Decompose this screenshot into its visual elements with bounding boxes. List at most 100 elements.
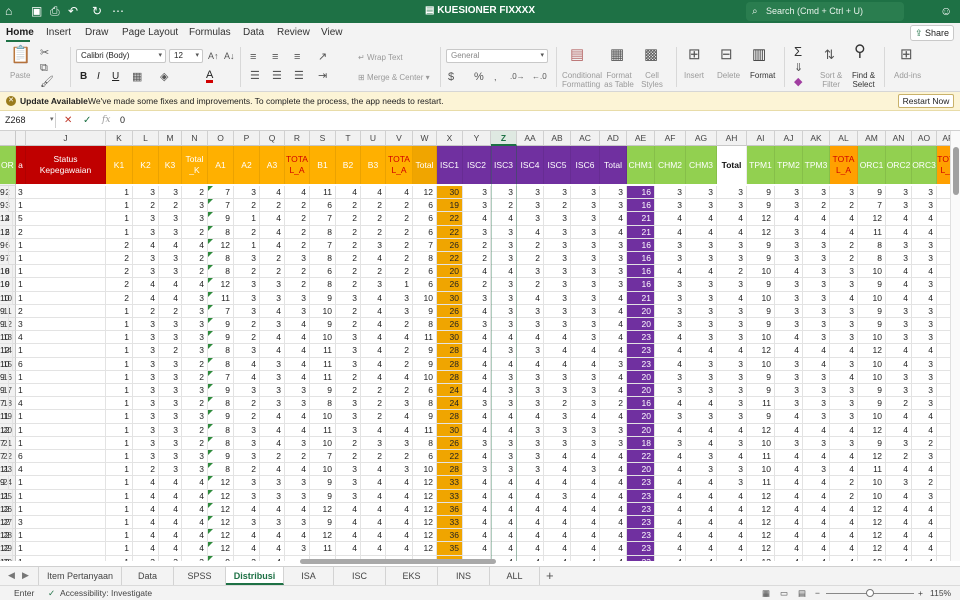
- table-cell[interactable]: 4: [886, 225, 912, 239]
- table-cell[interactable]: 4: [775, 502, 803, 516]
- table-cell[interactable]: 10: [858, 476, 886, 490]
- table-cell[interactable]: 2: [133, 304, 159, 318]
- table-cell[interactable]: 12: [413, 489, 437, 503]
- table-cell[interactable]: 20: [627, 384, 655, 398]
- table-cell[interactable]: 4: [600, 463, 627, 477]
- table-cell[interactable]: 3: [159, 357, 182, 371]
- table-cell[interactable]: 4: [544, 516, 571, 530]
- table-cell[interactable]: 4: [159, 291, 182, 305]
- table-cell[interactable]: 3: [686, 331, 717, 345]
- table-cell[interactable]: 2: [182, 357, 208, 371]
- conditional-formatting-button[interactable]: Conditional Formatting: [562, 71, 602, 89]
- table-cell[interactable]: 4: [775, 331, 803, 345]
- indent-icon[interactable]: ⇥: [318, 70, 327, 82]
- table-cell[interactable]: 3: [830, 265, 858, 279]
- column-header-l[interactable]: L: [133, 131, 159, 146]
- table-cell[interactable]: 8: [858, 238, 886, 252]
- table-cell[interactable]: 4: [285, 318, 310, 332]
- sort-filter-button[interactable]: Sort & Filter: [820, 71, 842, 89]
- table-cell[interactable]: 3: [775, 318, 803, 332]
- table-cell[interactable]: 28: [437, 357, 463, 371]
- table-cell[interactable]: 1: [16, 436, 106, 450]
- table-cell[interactable]: 3: [571, 318, 600, 332]
- table-cell[interactable]: 4: [717, 516, 747, 530]
- table-cell[interactable]: 3: [517, 450, 544, 464]
- table-cell[interactable]: 3: [655, 199, 686, 213]
- table-cell[interactable]: 4: [386, 502, 413, 516]
- column-header-aj[interactable]: AJ: [775, 131, 803, 146]
- header-cell[interactable]: ISC4: [517, 146, 544, 184]
- table-cell[interactable]: 4: [491, 489, 517, 503]
- table-cell[interactable]: 6: [413, 225, 437, 239]
- table-cell[interactable]: 4: [517, 225, 544, 239]
- table-cell[interactable]: 3: [686, 370, 717, 384]
- add-sheet-button[interactable]: +: [546, 568, 554, 583]
- table-cell[interactable]: 4: [182, 278, 208, 292]
- table-cell[interactable]: 2: [361, 450, 386, 464]
- table-cell[interactable]: 12: [747, 225, 775, 239]
- table-cell[interactable]: 19: [437, 199, 463, 213]
- table-cell[interactable]: 2: [361, 397, 386, 411]
- table-cell[interactable]: 9: [413, 344, 437, 358]
- table-cell[interactable]: 4: [234, 357, 260, 371]
- table-cell[interactable]: 4: [133, 542, 159, 556]
- table-cell[interactable]: 3: [336, 463, 361, 477]
- format-as-table-icon[interactable]: ▦: [610, 47, 624, 62]
- table-cell[interactable]: 3: [571, 186, 600, 200]
- table-cell[interactable]: 2: [159, 304, 182, 318]
- column-header-w[interactable]: W: [413, 131, 437, 146]
- table-cell[interactable]: 2: [234, 225, 260, 239]
- table-cell[interactable]: 4: [686, 344, 717, 358]
- align-middle-icon[interactable]: ≡: [272, 51, 278, 63]
- table-cell[interactable]: 8: [208, 436, 234, 450]
- table-cell[interactable]: 3: [600, 199, 627, 213]
- table-cell[interactable]: 3: [544, 423, 571, 437]
- table-cell[interactable]: 10: [0, 331, 14, 345]
- table-cell[interactable]: 8: [310, 397, 336, 411]
- table-cell[interactable]: 3: [234, 186, 260, 200]
- table-cell[interactable]: 1: [106, 186, 133, 200]
- table-cell[interactable]: 4: [133, 516, 159, 530]
- table-cell[interactable]: 4: [544, 344, 571, 358]
- table-cell[interactable]: 4: [285, 463, 310, 477]
- table-cell[interactable]: 2: [182, 225, 208, 239]
- table-cell[interactable]: 3: [361, 238, 386, 252]
- table-cell[interactable]: 4: [600, 344, 627, 358]
- table-cell[interactable]: 2: [182, 423, 208, 437]
- table-cell[interactable]: 28: [437, 463, 463, 477]
- table-cell[interactable]: 3: [285, 489, 310, 503]
- table-cell[interactable]: 33: [437, 516, 463, 530]
- table-cell[interactable]: 10: [413, 463, 437, 477]
- table-cell[interactable]: 3: [571, 265, 600, 279]
- table-cell[interactable]: 24: [437, 384, 463, 398]
- table-cell[interactable]: 3: [803, 265, 830, 279]
- table-cell[interactable]: 4: [655, 463, 686, 477]
- table-cell[interactable]: 1: [16, 502, 106, 516]
- table-cell[interactable]: 3: [159, 186, 182, 200]
- tab-data[interactable]: Data: [243, 27, 264, 38]
- column-header-an[interactable]: AN: [886, 131, 912, 146]
- table-cell[interactable]: 3: [803, 331, 830, 345]
- table-cell[interactable]: 3: [803, 370, 830, 384]
- table-cell[interactable]: 11: [413, 331, 437, 345]
- table-cell[interactable]: 4: [544, 450, 571, 464]
- table-cell[interactable]: 3: [517, 463, 544, 477]
- table-cell[interactable]: 3: [463, 463, 491, 477]
- table-cell[interactable]: 4: [491, 529, 517, 543]
- table-cell[interactable]: 3: [133, 384, 159, 398]
- column-header-t[interactable]: T: [336, 131, 361, 146]
- table-cell[interactable]: 4: [544, 542, 571, 556]
- table-cell[interactable]: 24: [437, 397, 463, 411]
- table-cell[interactable]: 3: [571, 278, 600, 292]
- table-cell[interactable]: 4: [655, 529, 686, 543]
- table-cell[interactable]: 10: [310, 331, 336, 345]
- table-cell[interactable]: 3: [686, 238, 717, 252]
- table-cell[interactable]: 3: [517, 304, 544, 318]
- table-cell[interactable]: 3: [336, 410, 361, 424]
- table-cell[interactable]: 4: [491, 212, 517, 226]
- table-cell[interactable]: 3: [912, 384, 937, 398]
- table-cell[interactable]: 4: [886, 502, 912, 516]
- column-header-ao[interactable]: AO: [912, 131, 937, 146]
- table-cell[interactable]: 4: [803, 450, 830, 464]
- table-cell[interactable]: 28: [437, 370, 463, 384]
